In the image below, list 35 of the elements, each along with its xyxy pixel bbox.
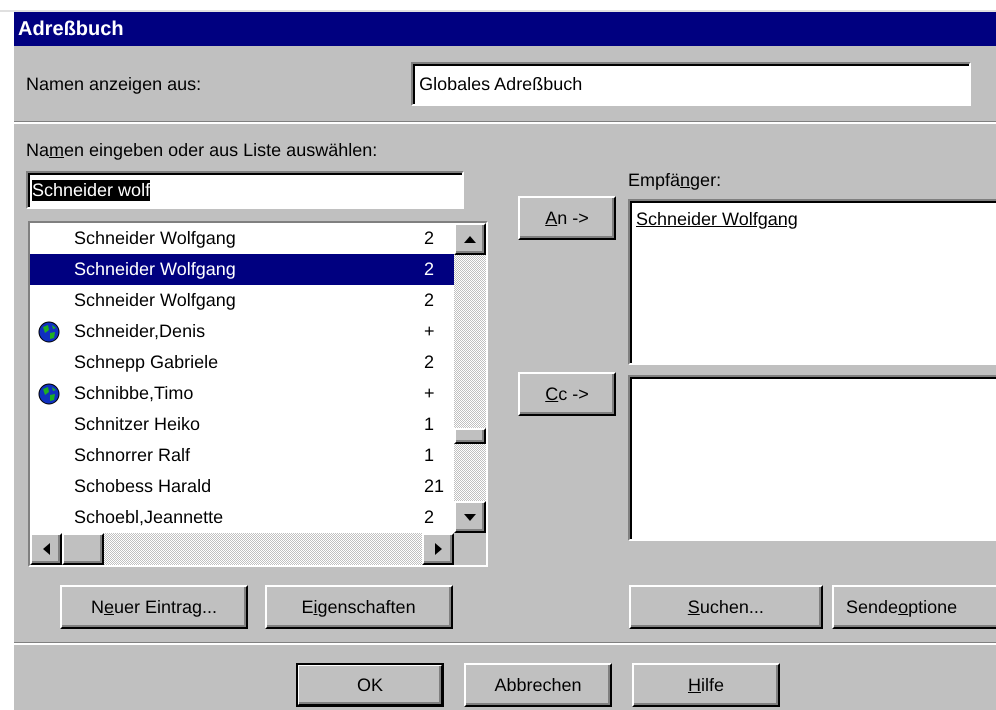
scroll-left-button[interactable] — [30, 533, 62, 565]
dialog-button[interactable]: OK — [296, 663, 444, 707]
field-label: Namen anzeigen aus: — [26, 74, 202, 94]
name-list-item[interactable]: Schneider Wolfgang 2 — [30, 254, 454, 285]
field-label: Namen eingeben oder aus Liste auswählen: — [26, 140, 378, 161]
scrollbar-corner — [454, 533, 486, 565]
recipient-entry[interactable]: Schneider Wolfgang — [636, 209, 798, 229]
scroll-up-button[interactable] — [454, 223, 486, 255]
globe-icon — [38, 382, 60, 404]
name-list-item[interactable]: Schneider Wolfgang 2 — [30, 223, 454, 254]
dialog-button[interactable]: Hilfe — [632, 663, 780, 707]
vertical-scrollbar[interactable] — [454, 223, 486, 533]
search-button[interactable]: Suchen... — [628, 585, 823, 629]
window-title: Adreßbuch — [18, 18, 124, 40]
down-arrow-icon — [464, 514, 476, 520]
address-book-dropdown[interactable]: Globales Adreßbuch — [411, 62, 972, 106]
globe-icon — [38, 320, 60, 342]
scroll-thumb[interactable] — [62, 533, 104, 565]
send-options-button[interactable]: Sendeoptione — [832, 585, 996, 629]
properties-button[interactable]: Eigenschaften — [264, 585, 453, 629]
horizontal-scrollbar[interactable] — [30, 533, 454, 565]
field-label: Empfänger: — [628, 170, 722, 191]
right-arrow-icon — [434, 543, 442, 555]
dialog-button[interactable]: Abbrechen — [464, 663, 612, 707]
to-recipients-box[interactable]: Schneider Wolfgang — [628, 199, 996, 365]
name-input-field[interactable]: Schneider wolf — [26, 171, 464, 209]
cc-button[interactable]: Cc -> — [518, 372, 616, 416]
scroll-thumb[interactable] — [454, 428, 486, 444]
new-entry-button[interactable]: Neuer Eintrag... — [60, 585, 248, 629]
scroll-down-button[interactable] — [454, 501, 486, 533]
scroll-right-button[interactable] — [422, 533, 454, 565]
cc-recipients-box[interactable] — [628, 375, 996, 541]
to-button[interactable]: An -> — [518, 196, 616, 240]
up-arrow-icon — [464, 236, 476, 242]
left-arrow-icon — [42, 543, 50, 555]
